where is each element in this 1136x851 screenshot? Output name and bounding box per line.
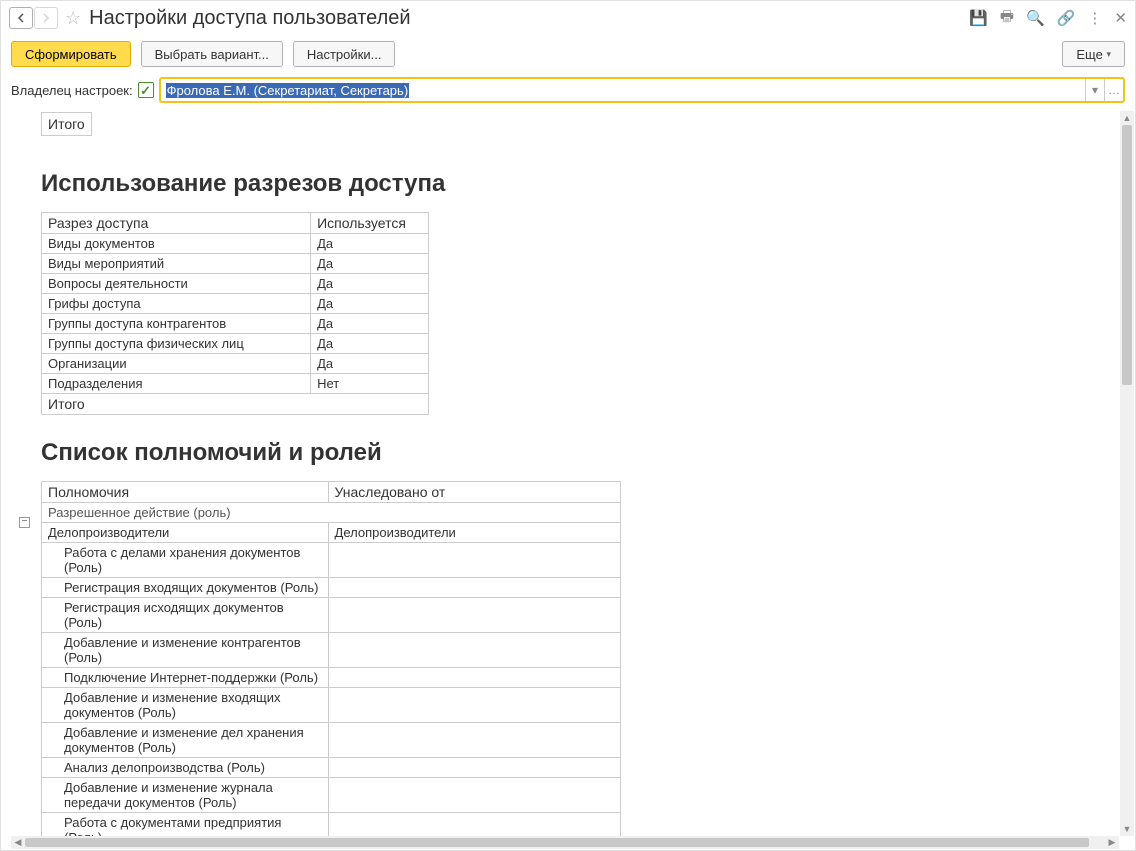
table-row: Работа с делами хранения документов (Рол… (42, 543, 621, 578)
table-row: Группы доступа контрагентовДа (42, 314, 429, 334)
col-inherited: Унаследовано от (328, 482, 620, 503)
role-cell: Работа с делами хранения документов (Рол… (42, 543, 329, 578)
access-dimension-cell: Организации (42, 354, 311, 374)
back-button[interactable] (9, 7, 33, 29)
used-cell: Нет (311, 374, 429, 394)
owner-value: Фролова Е.М. (Секретариат, Секретарь) (166, 83, 410, 98)
roles-table: ПолномочияУнаследовано от Разрешенное де… (41, 481, 621, 840)
close-icon[interactable]: ✕ (1114, 9, 1127, 27)
table-row: Виды мероприятийДа (42, 254, 429, 274)
access-dimension-cell: Вопросы деятельности (42, 274, 311, 294)
table-row: Вопросы деятельностиДа (42, 274, 429, 294)
print-icon[interactable]: 🖶 (1000, 6, 1014, 31)
table-row: Анализ делопроизводства (Роль) (42, 758, 621, 778)
inherited-cell (328, 778, 620, 813)
generate-button[interactable]: Сформировать (11, 41, 131, 67)
used-cell: Да (311, 314, 429, 334)
table-row: Добавление и изменение журнала передачи … (42, 778, 621, 813)
more-button[interactable]: Еще ▾ (1062, 41, 1125, 67)
col-access-dimension: Разрез доступа (42, 213, 311, 234)
more-vertical-icon[interactable]: ⋮ (1087, 9, 1102, 27)
role-cell: Добавление и изменение дел хранения доку… (42, 723, 329, 758)
section1-title: Использование разрезов доступа (41, 170, 1125, 198)
table-row: Виды документовДа (42, 234, 429, 254)
role-cell: Добавление и изменение входящих документ… (42, 688, 329, 723)
forward-button[interactable] (34, 7, 58, 29)
table-row: Группы доступа физических лицДа (42, 334, 429, 354)
total-top-cell: Итого (41, 112, 92, 136)
table-row: Грифы доступаДа (42, 294, 429, 314)
favorite-icon[interactable]: ☆ (65, 8, 81, 29)
section1-total: Итого (42, 394, 429, 415)
settings-button[interactable]: Настройки... (293, 41, 396, 67)
save-icon[interactable]: 💾 (969, 9, 988, 27)
table-row: Регистрация входящих документов (Роль) (42, 578, 621, 598)
role-cell: Добавление и изменение журнала передачи … (42, 778, 329, 813)
group-inherited: Делопроизводители (328, 523, 620, 543)
col-authority: Полномочия (42, 482, 329, 503)
scroll-right-button[interactable]: ▶ (1105, 836, 1119, 849)
table-row: Добавление и изменение дел хранения доку… (42, 723, 621, 758)
scroll-left-button[interactable]: ◀ (11, 836, 25, 849)
owner-checkbox[interactable] (138, 82, 154, 98)
link-icon[interactable]: 🔗 (1057, 9, 1076, 27)
tree-collapse-button[interactable]: − (19, 517, 30, 528)
preview-icon[interactable]: 🔍 (1026, 9, 1045, 27)
inherited-cell (328, 578, 620, 598)
table-row: Добавление и изменение контрагентов (Рол… (42, 633, 621, 668)
role-cell: Подключение Интернет-поддержки (Роль) (42, 668, 329, 688)
used-cell: Да (311, 234, 429, 254)
owner-input[interactable]: Фролова Е.М. (Секретариат, Секретарь) ▾ … (159, 77, 1125, 103)
group-name: Делопроизводители (42, 523, 329, 543)
horizontal-scrollbar[interactable]: ◀ ▶ (11, 836, 1119, 849)
used-cell: Да (311, 334, 429, 354)
scroll-up-button[interactable]: ▲ (1120, 111, 1134, 125)
access-dimension-cell: Виды документов (42, 234, 311, 254)
owner-dropdown-button[interactable]: ▾ (1085, 79, 1104, 101)
inherited-cell (328, 723, 620, 758)
access-dimension-cell: Группы доступа физических лиц (42, 334, 311, 354)
owner-select-button[interactable]: … (1104, 79, 1123, 101)
table-row: Регистрация исходящих документов (Роль) (42, 598, 621, 633)
inherited-cell (328, 598, 620, 633)
table-row: Добавление и изменение входящих документ… (42, 688, 621, 723)
table-row: ПодразделенияНет (42, 374, 429, 394)
scroll-down-button[interactable]: ▼ (1120, 822, 1134, 836)
used-cell: Да (311, 254, 429, 274)
inherited-cell (328, 758, 620, 778)
inherited-cell (328, 633, 620, 668)
role-cell: Добавление и изменение контрагентов (Рол… (42, 633, 329, 668)
table-row: Подключение Интернет-поддержки (Роль) (42, 668, 621, 688)
section2-title: Список полномочий и ролей (41, 439, 1125, 467)
used-cell: Да (311, 294, 429, 314)
access-dimension-cell: Группы доступа контрагентов (42, 314, 311, 334)
role-cell: Регистрация исходящих документов (Роль) (42, 598, 329, 633)
col-used: Используется (311, 213, 429, 234)
vertical-scrollbar[interactable]: ▲ ▼ (1120, 111, 1134, 836)
access-dimension-cell: Виды мероприятий (42, 254, 311, 274)
access-dimensions-table: Разрез доступаИспользуется Виды документ… (41, 212, 429, 415)
horizontal-scroll-thumb[interactable] (25, 838, 1089, 847)
inherited-cell (328, 688, 620, 723)
used-cell: Да (311, 354, 429, 374)
table-row: ОрганизацииДа (42, 354, 429, 374)
used-cell: Да (311, 274, 429, 294)
role-cell: Анализ делопроизводства (Роль) (42, 758, 329, 778)
inherited-cell (328, 668, 620, 688)
owner-label: Владелец настроек: (11, 83, 133, 98)
choose-variant-button[interactable]: Выбрать вариант... (141, 41, 283, 67)
access-dimension-cell: Подразделения (42, 374, 311, 394)
report-viewport[interactable]: − Итого Использование разрезов доступа Р… (11, 110, 1125, 840)
access-dimension-cell: Грифы доступа (42, 294, 311, 314)
vertical-scroll-thumb[interactable] (1122, 125, 1132, 385)
col-allowed-action: Разрешенное действие (роль) (42, 503, 621, 523)
role-cell: Регистрация входящих документов (Роль) (42, 578, 329, 598)
inherited-cell (328, 543, 620, 578)
page-title: Настройки доступа пользователей (89, 7, 410, 30)
